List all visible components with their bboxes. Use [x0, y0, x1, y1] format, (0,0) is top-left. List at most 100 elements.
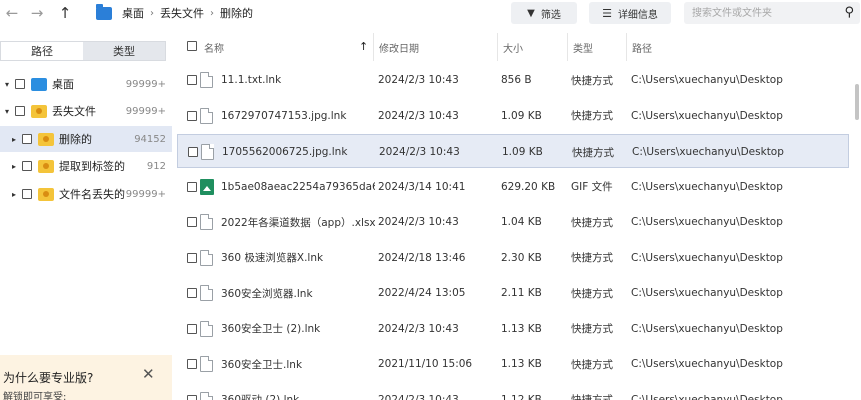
tree-item-lost-files[interactable]: ▾ 丢失文件 99999+ [0, 98, 172, 124]
lost-folder-icon [38, 132, 54, 146]
scrollbar-thumb[interactable] [855, 84, 859, 120]
column-name[interactable]: 名称 [199, 33, 373, 61]
up-button[interactable]: ↑ [53, 2, 77, 24]
column-modified[interactable]: 修改日期 [373, 33, 497, 61]
cell-modified: 2024/2/3 10:43 [378, 393, 459, 400]
breadcrumb-item-desktop[interactable]: 桌面 [122, 5, 144, 21]
row-checkbox[interactable] [187, 110, 197, 121]
table-row[interactable]: 1b5ae08aeac2254a79365da62...2024/3/14 10… [177, 170, 849, 204]
file-icon [200, 285, 213, 301]
checkbox[interactable] [22, 189, 32, 199]
tree-item-label: 删除的 [59, 133, 92, 146]
pro-upgrade-banner[interactable]: 为什么要专业版? ✕ 解锁即可享受: [0, 355, 172, 400]
cell-size: 856 B [501, 74, 532, 86]
tree-item-filename-lost[interactable]: ▸ 文件名丢失的 99999+ [0, 181, 172, 207]
cell-size: 2.30 KB [501, 251, 542, 264]
arrow-up-icon: ↑ [58, 4, 72, 22]
cell-name: 360安全卫士 (2).lnk [221, 323, 321, 335]
back-button[interactable]: ← [0, 2, 24, 24]
caret-right-icon[interactable]: ▸ [10, 190, 18, 199]
search-input[interactable] [692, 5, 832, 21]
checkbox[interactable] [22, 134, 32, 144]
search-icon[interactable]: ⚲ [844, 5, 854, 20]
table-row[interactable]: 1705562006725.jpg.lnk 2024/2/3 10:43 1.09 … [177, 134, 849, 168]
chevron-right-icon: › [150, 7, 154, 19]
row-checkbox[interactable] [188, 147, 198, 157]
tree-item-count: 99999+ [125, 78, 166, 90]
table-row[interactable]: 11.1.txt.lnk 2024/2/3 10:43 856 B 快捷方式 C:\Us… [177, 63, 849, 97]
row-checkbox[interactable] [187, 217, 197, 227]
search-box[interactable]: ⚲ [684, 2, 860, 24]
file-icon [200, 214, 213, 230]
table-row[interactable]: 360安全卫士.lnk 2021/11/10 15:06 1.13 KB 快捷方式 C:… [177, 347, 849, 381]
list-view-icon: ☰ [602, 6, 612, 20]
column-path[interactable]: 路径 [626, 33, 852, 61]
file-icon [200, 72, 213, 88]
checkbox[interactable] [15, 79, 25, 89]
breadcrumb-item-lost-files[interactable]: 丢失文件 [160, 5, 204, 21]
file-icon [201, 144, 214, 160]
cell-name: 1b5ae08aeac2254a79365da62... [221, 180, 375, 193]
row-checkbox[interactable] [187, 181, 197, 192]
table-row[interactable]: 360 极速浏览器X.lnk 2024/2/18 13:46 2.30 KB 快捷方式… [177, 241, 849, 275]
cell-modified: 2024/2/3 10:43 [379, 146, 460, 158]
cell-size: 1.12 KB [501, 393, 542, 400]
caret-right-icon[interactable]: ▸ [10, 135, 18, 144]
folder-icon [31, 77, 47, 91]
cell-name: 1672970747153.jpg.lnk [221, 109, 347, 122]
file-icon [200, 391, 213, 400]
filter-icon: ▼ [527, 7, 535, 19]
caret-right-icon[interactable]: ▸ [10, 162, 18, 171]
tree-item-desktop[interactable]: ▾ 桌面 99999+ [0, 71, 172, 97]
table-row[interactable]: 360安全浏览器.lnk 2022/4/24 13:05 2.11 KB 快捷方式 C:… [177, 276, 849, 310]
tab-path[interactable]: 路径 [1, 42, 83, 60]
cell-path: C:\Users\xuechanyu\Desktop [631, 74, 783, 86]
table-row[interactable]: 2022年各渠道数据（app）.xlsx.l... 2024/2/3 10:43 1… [177, 205, 849, 239]
breadcrumb-item-deleted[interactable]: 删除的 [220, 5, 253, 21]
cell-modified: 2024/2/18 13:46 [378, 251, 466, 264]
table-row[interactable]: 360安全卫士 (2).lnk 2024/2/3 10:43 1.13 KB 快捷方式… [177, 312, 849, 346]
row-checkbox[interactable] [187, 75, 197, 85]
tree-item-label: 提取到标签的 [59, 160, 125, 173]
caret-down-icon[interactable]: ▾ [3, 80, 11, 89]
cell-name: 2022年各渠道数据（app）.xlsx.l... [221, 216, 375, 229]
vertical-scrollbar[interactable] [855, 60, 860, 400]
column-type[interactable]: 类型 [567, 33, 627, 61]
promo-title: 为什么要专业版? [3, 371, 94, 385]
tree-item-deleted[interactable]: ▸ 删除的 94152 [0, 126, 172, 152]
cell-path: C:\Users\xuechanyu\Desktop [631, 109, 783, 122]
row-checkbox[interactable] [187, 252, 197, 263]
table-header: 名称 ↑ 修改日期 大小 类型 路径 [177, 33, 852, 61]
details-view-button[interactable]: ☰ 详细信息 [589, 2, 671, 24]
cell-size: 1.09 KB [501, 109, 542, 122]
column-size[interactable]: 大小 [497, 33, 567, 61]
tab-type[interactable]: 类型 [83, 42, 165, 60]
row-checkbox[interactable] [187, 323, 197, 334]
lost-folder-icon [38, 159, 54, 173]
close-icon[interactable]: ✕ [142, 365, 155, 383]
cell-modified: 2024/2/3 10:43 [378, 74, 459, 86]
column-type-label: 类型 [573, 43, 593, 55]
row-checkbox[interactable] [187, 288, 197, 298]
chevron-right-icon: › [210, 7, 214, 19]
column-size-label: 大小 [503, 43, 523, 55]
sort-ascending-icon[interactable]: ↑ [359, 40, 368, 53]
cell-path: C:\Users\xuechanyu\Desktop [631, 180, 783, 193]
breadcrumb: 桌面 › 丢失文件 › 删除的 [96, 2, 253, 24]
row-checkbox[interactable] [187, 359, 197, 369]
filter-button[interactable]: ▼ 筛选 [511, 2, 577, 24]
checkbox[interactable] [15, 106, 25, 116]
row-checkbox[interactable] [187, 394, 197, 400]
select-all-checkbox[interactable] [187, 41, 197, 51]
forward-button[interactable]: → [25, 2, 49, 24]
cell-type: GIF 文件 [571, 181, 613, 193]
cell-modified: 2022/4/24 13:05 [378, 287, 466, 299]
checkbox[interactable] [22, 161, 32, 171]
promo-subtitle: 解锁即可享受: [3, 392, 67, 400]
table-row[interactable]: 1672970747153.jpg.lnk 2024/2/3 10:43 1.09 … [177, 99, 849, 133]
table-row[interactable]: 360驱动 (2).lnk 2024/2/3 10:43 1.12 KB 快捷方式 C:… [177, 383, 849, 400]
caret-down-icon[interactable]: ▾ [3, 107, 11, 116]
tree-item-extracted-by-tag[interactable]: ▸ 提取到标签的 912 [0, 153, 172, 179]
arrow-left-icon: ← [5, 4, 19, 22]
cell-modified: 2021/11/10 15:06 [378, 358, 473, 370]
